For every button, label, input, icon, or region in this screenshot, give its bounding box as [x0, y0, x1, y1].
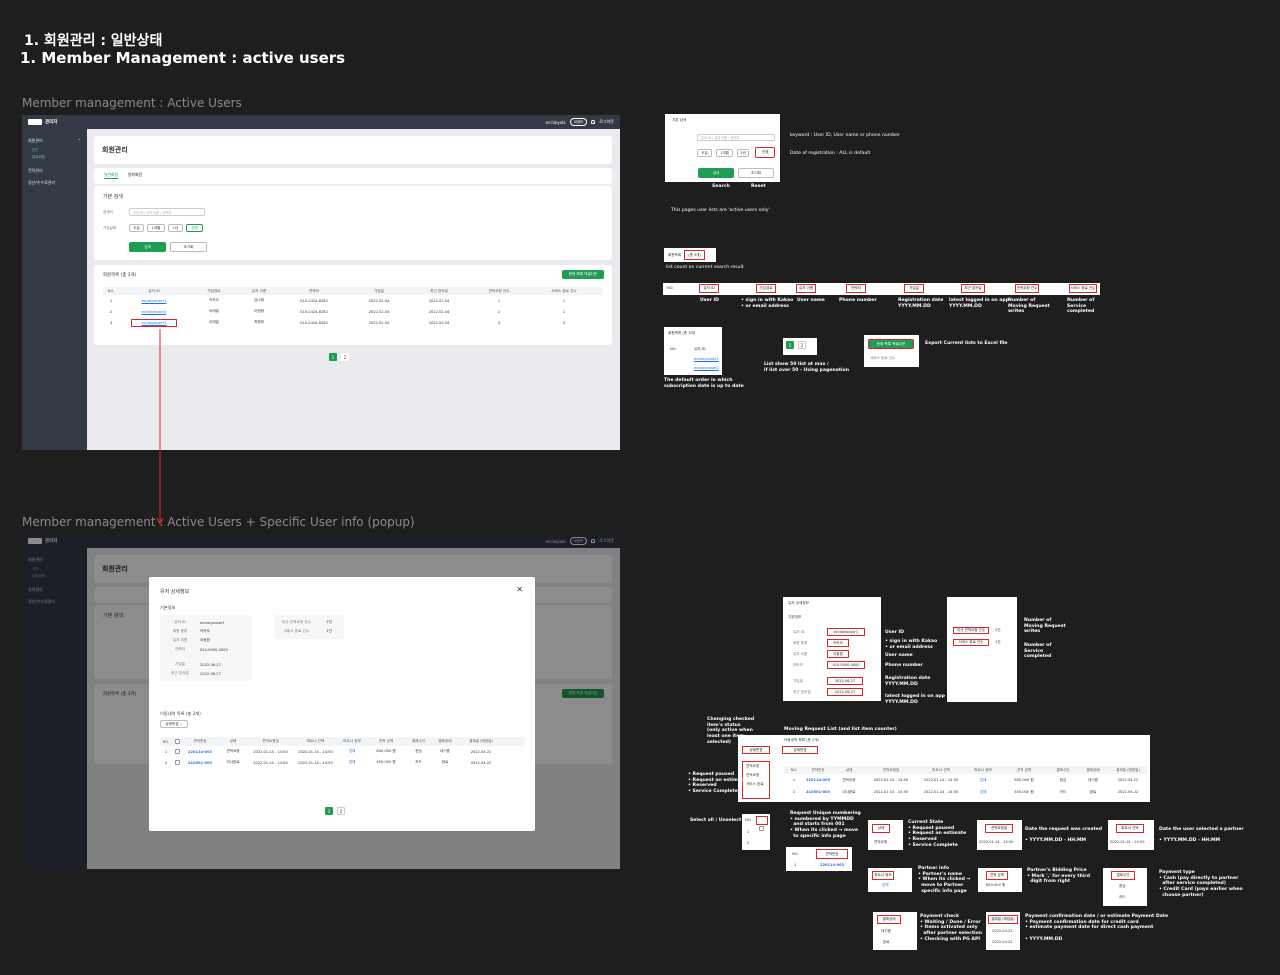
partner-link[interactable]: 업체: [338, 749, 366, 754]
annotation-select-all: NO. 1 2: [742, 814, 770, 850]
username: ecclaiyola: [545, 119, 566, 125]
app-frame-popup: 관리자 ecclaiyola 내정보 로그아웃 회원관리 일반 탈퇴회원 견적관…: [22, 534, 620, 869]
date-option-today[interactable]: 오늘: [129, 224, 144, 232]
user-id-link[interactable]: ecclaiyouser2: [119, 310, 189, 314]
annotation-bidding: 견적 금액 850,000 원: [978, 868, 1022, 892]
table-header: NO. 유저 ID 가입경로 유저 이름 연락처 가입일 최근 접속일 견적요청…: [103, 287, 603, 295]
modal-title: 유저 상세정보: [160, 589, 190, 595]
excel-download-button[interactable]: 현재 목록 엑셀다운: [562, 270, 604, 279]
sidebar-item-settlement[interactable]: 정산/수수료관리: [22, 177, 87, 189]
page-2-button[interactable]: 2: [337, 807, 345, 815]
search-panel: 기본 검색 검색어 유저 ID / 유저 이름 / 연락처 가입날짜 오늘 1개…: [94, 186, 612, 260]
moving-request-table: NO. 견적번호 상태 견적요청일 파트너 선택 파트너 정보 견적 금액 결제수단 결제상태 결…: [160, 737, 525, 768]
app-frame-active-users: 관리자 ecclaiyola 내정보 로그아웃 회원관리 ⌃ 일반 탈퇴회원 견적…: [22, 115, 620, 450]
page-title-kr: 1. 회원관리 : 일반상태: [24, 33, 163, 49]
sidebar: 회원관리 ⌃ 일반 탈퇴회원 견적관리 정산/수수료관리: [22, 129, 87, 450]
page-header: 회원관리: [94, 136, 612, 164]
annotation-partner-info: 파트너 정보 업체: [868, 868, 912, 892]
sidebar-item-member[interactable]: 회원관리 ⌃: [22, 135, 87, 147]
table-row[interactable]: 1 220114-003 견적요청 2022.01.14 - 14:50 2022.01…: [160, 746, 525, 757]
annotation-user-info: 유저 상세정보 기본정보 유저 ID ecclaiyouser1 회원 종류 카…: [783, 597, 881, 701]
annotation-search-card: 기본 검색 유저 ID / 유저 이름 / 연락처 오늘 1개월 1년 전체 검…: [665, 114, 780, 182]
request-number-link[interactable]: 210501-003: [182, 761, 218, 765]
annotation-order-card: 회원목록 (총 3개) NO. 유저 ID ecclaiyouser1 eccl…: [664, 327, 722, 375]
page-title-en: 1. Member Management : active users: [20, 49, 346, 67]
modal-pagination: 1 2: [325, 807, 345, 815]
date-option-all[interactable]: 전체: [186, 224, 203, 232]
table-row[interactable]: 2 210501-003 이사완료 2022.01.14 - 14:50 2022.01…: [160, 757, 525, 768]
page-1-button[interactable]: 1: [325, 807, 333, 815]
annotation-column-strip: NO. 유저 ID 가입경로 유저 이름 연락처 가입일 최근 접속일 견적요청…: [663, 283, 1100, 295]
tab-general[interactable]: 일반회원: [104, 172, 118, 179]
user-detail-modal: 유저 상세정보 ✕ 기본정보 유저 ID ecclaiyouser1 회원 종류 카…: [149, 577, 535, 831]
annotation-pagination: 12: [783, 338, 817, 355]
pagination: 1 2: [329, 353, 349, 361]
close-icon[interactable]: ✕: [516, 585, 523, 594]
logo: 관리자: [28, 119, 57, 125]
section-title-2: Member management : Active Users + Speci…: [22, 515, 415, 529]
sidebar-sub-general[interactable]: 일반: [22, 147, 87, 154]
annotation-req-date: 견적요청일 2022.01.14 - 14:50: [977, 820, 1022, 850]
bell-icon[interactable]: [591, 120, 596, 124]
annotation-state: 상태 견적요청: [868, 820, 903, 850]
reset-button[interactable]: 초기화: [170, 242, 207, 252]
annotation-moving-table: 이동내역 목록 (총 2개) 상태변경 상태변경 NO. 견적번호 상태 견적요청일 파…: [738, 735, 1150, 802]
sidebar-item-estimate[interactable]: 견적관리: [22, 165, 87, 177]
annotation-excel: 현재 목록 엑셀다운 서비스 완료 건수: [864, 335, 919, 367]
row-checkbox[interactable]: [174, 759, 180, 765]
arrow-connector: [156, 329, 164, 526]
date-option-1month[interactable]: 1개월: [147, 224, 165, 232]
page-2-button[interactable]: 2: [341, 353, 349, 361]
user-id-link-selected[interactable]: ecclaiyouser3: [119, 318, 189, 327]
user-id-link[interactable]: ecclaiyouser1: [119, 299, 189, 303]
sidebar-sub-withdrawn[interactable]: 탈퇴회원: [22, 154, 87, 161]
status-change-select[interactable]: 상태변경 ⌄: [160, 720, 188, 728]
date-option-1year[interactable]: 1년: [168, 224, 183, 232]
chevron-up-icon: ⌃: [77, 138, 81, 143]
annotation-payment-type: 결제수단 현금 카드: [1103, 868, 1147, 906]
select-all-checkbox[interactable]: [174, 738, 180, 744]
request-number-link[interactable]: 220114-003: [182, 750, 218, 754]
table-row[interactable]: 1 ecclaiyouser1 카카오 김나래 010-2424-8282 2022.02…: [103, 295, 603, 306]
row-checkbox[interactable]: [174, 748, 180, 754]
annotation-payment-date: 결제일 (예정일) 2022.04.22 2022.04.22: [986, 912, 1020, 950]
top-bar: 관리자 ecclaiyola 내정보 로그아웃: [22, 115, 620, 129]
count-info-table: 이사 견적요청 건수 2건 서비스 완료 건수 1건: [274, 615, 344, 639]
annotation-list-count: 회원목록 (총 3개): [664, 248, 716, 262]
logout-button[interactable]: 로그아웃: [599, 119, 614, 125]
chevron-down-icon: ⌄: [179, 722, 183, 726]
member-table: NO. 유저 ID 가입경로 유저 이름 연락처 가입일 최근 접속일 견적요청…: [103, 287, 603, 328]
member-tabs: 일반회원 탈퇴회원: [94, 168, 612, 184]
search-input[interactable]: 유저 ID / 유저 이름 / 연락처: [129, 208, 205, 216]
annotation-payment-check: 결제상태 대기중 완료: [873, 912, 917, 950]
page-1-button[interactable]: 1: [329, 353, 337, 361]
annotation-partner-date: 파트너 선택 2022.01.14 - 14:50: [1108, 820, 1154, 850]
annotation-status-menu: 견적요청 견적요청 서비스 완료: [742, 761, 770, 799]
annotation-request-no: NO. 견적번호 1 220114-003: [786, 847, 852, 871]
basic-info-table: 유저 ID ecclaiyouser1 회원 종류 카카오 유저 이름 이동환 연락처…: [160, 615, 252, 681]
tab-withdrawn[interactable]: 탈퇴회원: [128, 172, 142, 179]
search-button[interactable]: 검색: [129, 242, 166, 252]
annotation-counts: 이사 견적요청 건수 2건 서비스 완료 건수 1건: [947, 597, 1017, 702]
moving-list-title: 이동내역 목록 (총 2개): [160, 711, 201, 716]
list-title: 회원목록 (총 3개): [103, 273, 137, 278]
table-row[interactable]: 2 ecclaiyouser2 이메일 이현환 010-2424-8282 2022.02…: [103, 306, 603, 317]
section-title-1: Member management : Active Users: [22, 96, 242, 110]
partner-link[interactable]: 업체: [338, 760, 366, 765]
my-info-button[interactable]: 내정보: [569, 118, 588, 126]
